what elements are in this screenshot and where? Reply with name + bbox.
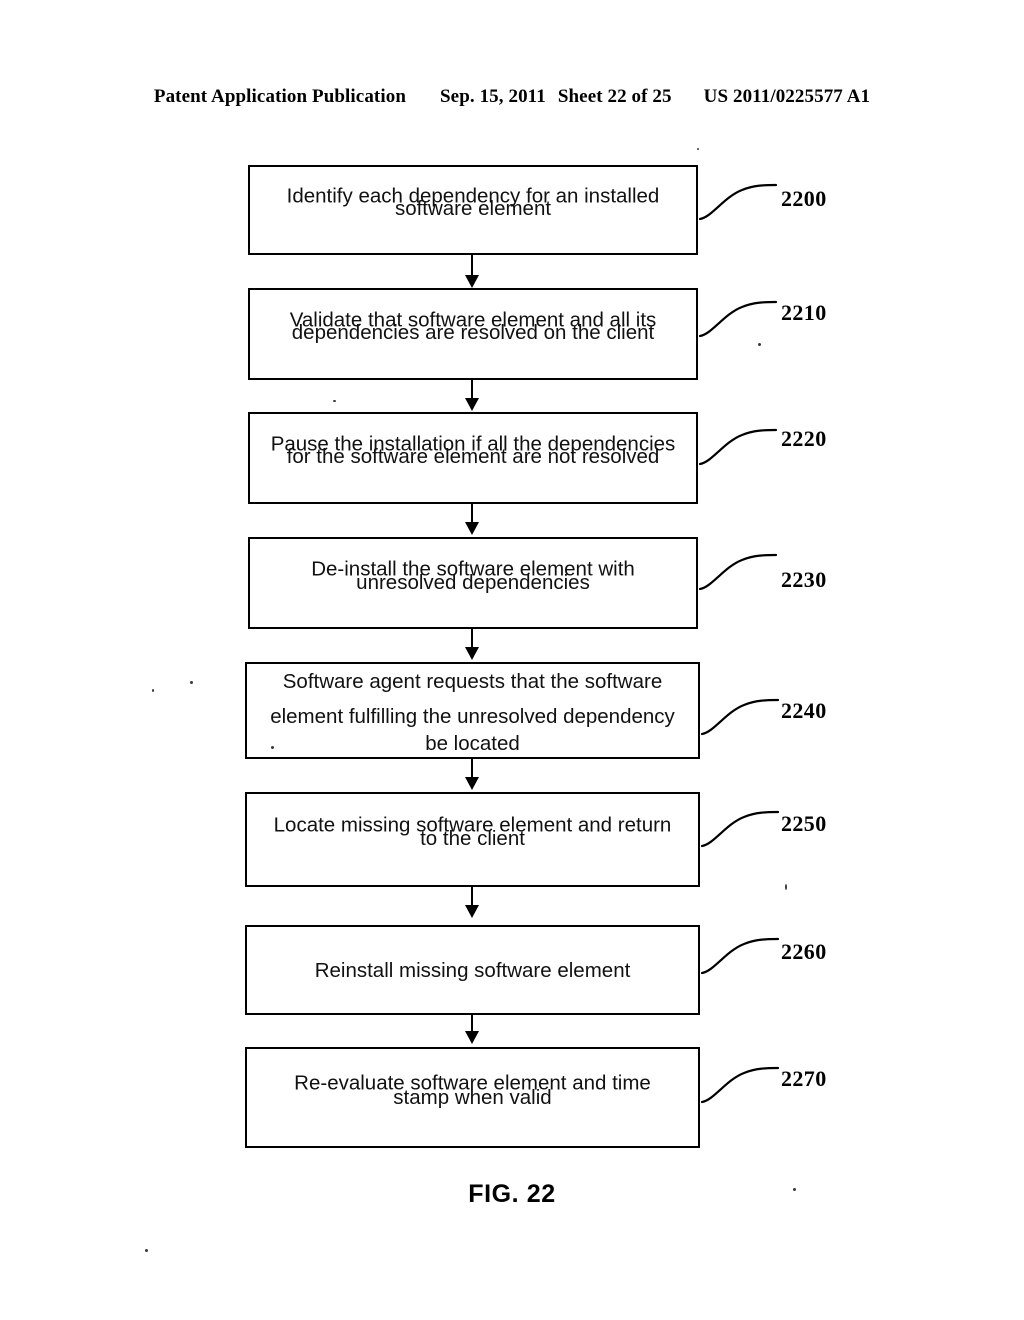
flowchart-node-2210-line-2-wrap: dependencies are resolved on the client [248, 318, 698, 347]
flowchart-node-2210-line-2: dependencies are resolved on the client [291, 321, 655, 344]
arrowhead-2200-to-2210 [465, 275, 479, 288]
leader-line-2220 [698, 428, 778, 466]
scan-speckle [271, 746, 274, 749]
ref-label-2260: 2260 [781, 939, 827, 964]
flowchart-node-2260-line-1: Reinstall missing software element [314, 958, 631, 982]
flowchart-node-2230-line-2-wrap: unresolved dependencies [248, 568, 698, 597]
arrowhead-2260-to-2270 [465, 1031, 479, 1044]
flowchart-node-2230-line-2: unresolved dependencies [356, 571, 590, 594]
scan-speckle [697, 148, 699, 150]
leader-line-2260 [700, 937, 780, 975]
arrowhead-2240-to-2250 [465, 777, 479, 790]
flowchart-node-2250-line-2: to the client [420, 827, 525, 850]
leader-line-2200 [698, 183, 778, 221]
leader-line-2270 [700, 1066, 780, 1104]
flowchart-node-2200-line-2-wrap: software element [248, 194, 698, 223]
flowchart-node-2250-line-2-wrap: to the client [245, 824, 700, 853]
scan-speckle [333, 400, 336, 402]
scan-speckle [190, 681, 193, 684]
ref-label-2220: 2220 [781, 426, 827, 451]
flowchart-node-2200-line-2: software element [394, 197, 552, 220]
flowchart-node-2220-line-2: for the software element are not resolve… [286, 445, 660, 468]
flowchart-node-2240-line-3-wrap: be located [245, 729, 700, 758]
flowchart-node-2240-line-1: Software agent requests that the softwar… [282, 670, 663, 693]
ref-label-2240: 2240 [781, 698, 827, 723]
scan-speckle [758, 343, 761, 346]
leader-line-2210 [698, 300, 778, 338]
ref-label-2200: 2200 [781, 186, 827, 211]
leader-line-2230 [698, 553, 778, 591]
flowchart-node-2270-line-2: stamp when valid [393, 1086, 552, 1109]
flowchart-node-2240-line-2: element fulfilling the unresolved depend… [270, 705, 675, 728]
ref-label-2250: 2250 [781, 811, 827, 836]
figure-caption: FIG. 22 [468, 1180, 556, 1208]
scan-speckle [152, 689, 154, 692]
flowchart-node-2260: Reinstall missing software element [245, 925, 700, 1015]
leader-line-2240 [700, 698, 780, 736]
flowchart-node-2220-line-2-wrap: for the software element are not resolve… [248, 442, 698, 471]
ref-label-2210: 2210 [781, 300, 827, 325]
flowchart-node-2240-line-3: be located [425, 732, 520, 755]
scan-speckle [785, 884, 787, 890]
scan-speckle [145, 1249, 148, 1252]
flowchart-diagram: Identify each dependency for an installe… [0, 0, 1024, 1320]
arrowhead-2250-to-2260 [465, 905, 479, 918]
scan-speckle [793, 1188, 796, 1191]
ref-label-2230: 2230 [781, 567, 827, 592]
arrowhead-2220-to-2230 [465, 522, 479, 535]
leader-line-2250 [700, 810, 780, 848]
ref-label-2270: 2270 [781, 1066, 827, 1091]
arrowhead-2210-to-2220 [465, 398, 479, 411]
arrowhead-2230-to-2240 [465, 647, 479, 660]
flowchart-node-2240-line-2-wrap: element fulfilling the unresolved depend… [245, 702, 700, 731]
flowchart-node-2270-line-2-wrap: stamp when valid [245, 1083, 700, 1112]
